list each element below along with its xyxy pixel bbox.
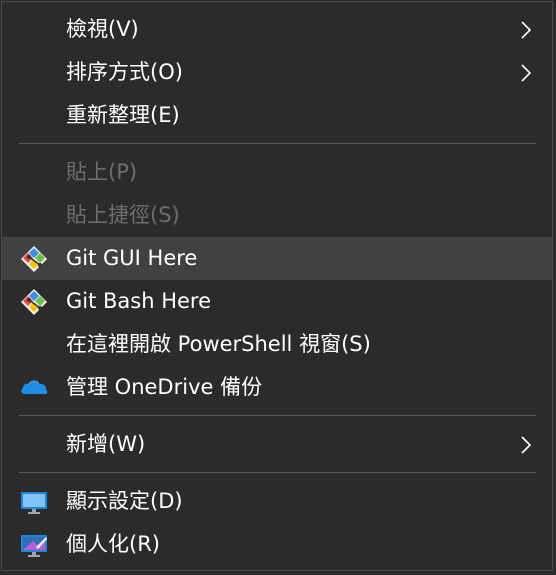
chevron-right-icon	[521, 64, 532, 82]
personalize-icon	[21, 535, 47, 557]
menu-item-personalize[interactable]: 個人化(R)	[2, 523, 552, 566]
menu-item-manage-onedrive-backup[interactable]: 管理 OneDrive 備份	[2, 366, 552, 409]
menu-item-refresh[interactable]: 重新整理(E)	[2, 94, 552, 137]
menu-item-personalize-label: 個人化(R)	[66, 532, 160, 556]
menu-item-open-powershell-label: 在這裡開啟 PowerShell 視窗(S)	[66, 332, 371, 356]
menu-item-sort-by-label: 排序方式(O)	[66, 60, 183, 84]
menu-separator	[19, 472, 536, 473]
menu-item-manage-onedrive-backup-label: 管理 OneDrive 備份	[66, 375, 263, 399]
menu-item-new-label: 新增(W)	[66, 432, 146, 456]
menu-item-paste-shortcut: 貼上捷徑(S)	[2, 194, 552, 237]
desktop-context-menu: 檢視(V) 排序方式(O) 重新整理(E) 貼上(P) 貼上捷徑(S) Git …	[1, 1, 553, 571]
git-gui-icon	[21, 246, 47, 272]
onedrive-cloud-icon	[21, 380, 48, 394]
menu-item-sort-by[interactable]: 排序方式(O)	[2, 51, 552, 94]
menu-item-refresh-label: 重新整理(E)	[66, 103, 180, 127]
menu-item-git-bash-here-label: Git Bash Here	[66, 289, 212, 313]
menu-item-open-powershell[interactable]: 在這裡開啟 PowerShell 視窗(S)	[2, 323, 552, 366]
chevron-right-icon	[521, 436, 532, 454]
menu-item-view[interactable]: 檢視(V)	[2, 8, 552, 51]
menu-separator	[19, 415, 536, 416]
display-settings-icon	[21, 492, 47, 514]
menu-item-paste-shortcut-label: 貼上捷徑(S)	[66, 203, 180, 227]
chevron-right-icon	[521, 21, 532, 39]
menu-item-paste: 貼上(P)	[2, 151, 552, 194]
menu-item-git-gui-here[interactable]: Git GUI Here	[2, 237, 552, 280]
menu-separator	[19, 143, 536, 144]
menu-item-git-gui-here-label: Git GUI Here	[66, 246, 198, 270]
menu-item-view-label: 檢視(V)	[66, 17, 139, 41]
menu-item-paste-label: 貼上(P)	[66, 160, 138, 184]
menu-item-display-settings-label: 顯示設定(D)	[66, 489, 183, 513]
menu-item-git-bash-here[interactable]: Git Bash Here	[2, 280, 552, 323]
menu-item-display-settings[interactable]: 顯示設定(D)	[2, 480, 552, 523]
menu-item-new[interactable]: 新增(W)	[2, 423, 552, 466]
git-bash-icon	[21, 289, 47, 315]
